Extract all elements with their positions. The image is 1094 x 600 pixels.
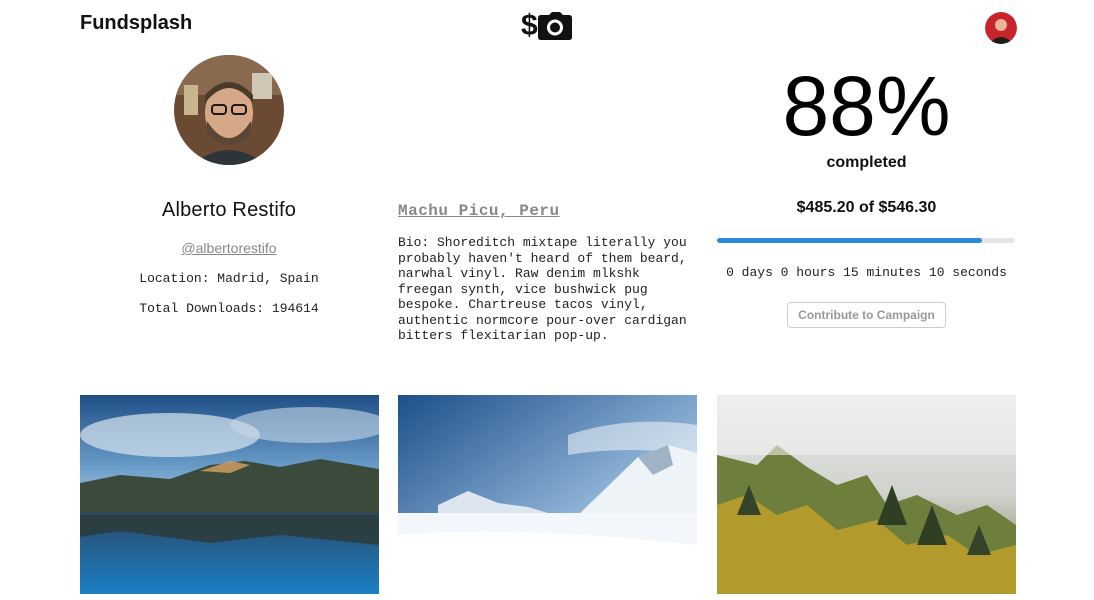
funding-percent: 88%: [782, 59, 951, 153]
funding-amount: $485.20 of $546.30: [796, 199, 937, 216]
logo[interactable]: $: [521, 10, 577, 42]
camera-icon: [537, 12, 572, 40]
brand-name[interactable]: Fundsplash: [80, 12, 192, 35]
dollar-symbol: $: [521, 9, 538, 42]
funding-completed-label: completed: [826, 154, 907, 171]
user-avatar[interactable]: [985, 12, 1017, 44]
profile-location: Location: Madrid, Spain: [139, 271, 319, 286]
profile-photo: [174, 55, 284, 165]
contribute-button[interactable]: Contribute to Campaign: [787, 302, 946, 328]
misty-forest-photo[interactable]: [717, 395, 1016, 594]
campaign-bio: Bio: Shoreditch mixtape literally you pr…: [398, 235, 687, 343]
funding-progress-fill: [717, 238, 982, 243]
mountain-lake-photo[interactable]: [80, 395, 379, 594]
campaign-place-link[interactable]: Machu Picu, Peru: [398, 202, 560, 220]
snowy-mountain-photo[interactable]: [398, 395, 697, 594]
funding-progress-bar: [717, 238, 1015, 243]
profile-name: Alberto Restifo: [161, 199, 297, 221]
campaign-countdown: 0 days 0 hours 15 minutes 10 seconds: [726, 265, 1007, 280]
profile-downloads: Total Downloads: 194614: [139, 301, 319, 316]
profile-handle-link[interactable]: @albertorestifo: [80, 240, 378, 256]
